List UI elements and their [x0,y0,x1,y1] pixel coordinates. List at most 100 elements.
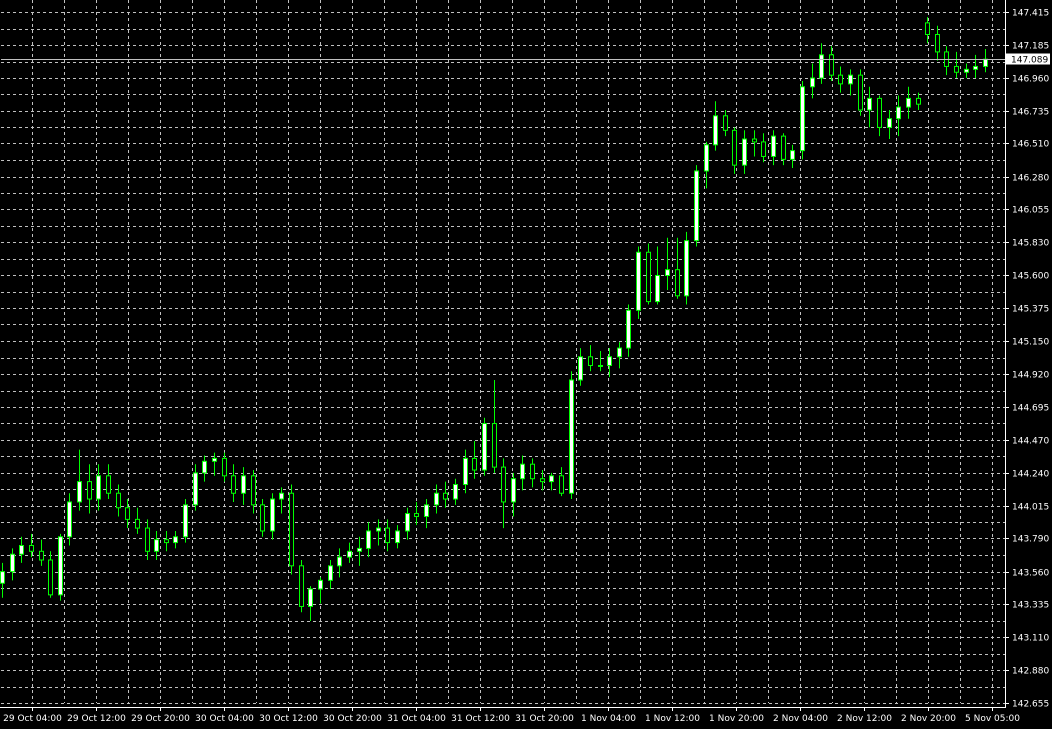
x-tick-label: 2 Nov 12:00 [837,714,892,724]
x-tick-label: 31 Oct 04:00 [387,714,446,724]
candle-body-bear [48,559,53,596]
candle-body-bear [752,138,757,143]
candle [482,417,487,476]
candle-body-bear [125,507,130,520]
x-tick-label: 29 Oct 20:00 [131,714,190,724]
candlestick-chart[interactable]: 147.415 147.185 146.960 146.735 146.510 146.2… [0,0,1052,729]
x-tick-label: 1 Nov 12:00 [645,714,700,724]
candle-body-bull [279,492,284,500]
chart-background [0,0,1052,729]
candle-body-bull [318,579,323,590]
candle-body-bear [501,466,506,503]
candle-body-bull [434,492,439,506]
candle-body-bull [183,504,188,538]
x-tick-label: 31 Oct 12:00 [451,714,510,724]
y-tick-label: 144.470 [1012,437,1049,447]
candle-body-bull [983,58,988,67]
candle-body-bull [19,544,24,555]
candle-body-bear [838,74,843,85]
candle-body-bear [954,65,959,73]
candle-body-bull [337,556,342,567]
candle-body-bull [848,74,853,85]
candle-body-bear [732,129,737,166]
candle-body-bull [810,77,815,88]
x-tick-label: 5 Nov 05:00 [965,714,1020,724]
candle-body-bear [135,518,140,529]
y-tick-label: 144.015 [1012,503,1049,513]
candle-body-bull [405,513,410,532]
y-tick-label: 143.790 [1012,535,1049,545]
candle [58,533,63,601]
candle-body-bull [771,135,776,157]
candle-body-bull [511,478,516,503]
y-tick-label: 145.375 [1012,305,1049,315]
candle-body-bear [87,481,92,500]
candle-body-bull [790,150,795,160]
y-tick-label: 144.920 [1012,371,1049,381]
candle-body-bull [973,65,978,70]
candle-body-bear [761,141,766,157]
candle-body-bear [877,97,882,128]
candle-body-bear [925,22,930,36]
candle [289,484,294,575]
candle-body-bull [694,170,699,242]
candle-body-bear [164,539,169,544]
candle-body-bull [655,274,660,303]
x-tick-label: 30 Oct 20:00 [323,714,382,724]
candle-body-bull [867,97,872,111]
x-tick-label: 1 Nov 20:00 [709,714,764,724]
candle [183,499,188,543]
candle-body-bull [395,530,400,544]
candle-body-bull [887,118,892,128]
y-tick-label: 145.150 [1012,338,1049,348]
candle-body-bear [559,475,564,494]
candle-body-bull [742,138,747,166]
candle-body-bear [935,34,940,53]
candle-body-bear [443,492,448,500]
candle-body-bull [578,356,583,381]
candle-body-bear [299,565,304,607]
candle [569,371,574,500]
x-tick-label: 30 Oct 04:00 [195,714,254,724]
candle-body-bull [10,553,15,573]
candle-body-bear [414,513,419,517]
candle [260,499,265,537]
y-tick-label: 145.830 [1012,239,1049,249]
candle-body-bull [800,86,805,152]
candle-body-bull [193,472,198,506]
y-tick-label: 143.560 [1012,569,1049,579]
candle-body-bull [617,347,622,358]
candle-body-bull [598,364,603,367]
candle-body-bull [357,547,362,552]
candle-body-bull [424,504,429,517]
y-tick-label: 147.415 [1012,9,1049,19]
y-tick-label: 142.880 [1012,667,1049,677]
y-tick-label: 144.695 [1012,404,1049,414]
candle-body-bull [96,475,101,500]
candle-body-bear [646,251,651,303]
y-tick-label: 146.280 [1012,174,1049,184]
candle [646,243,651,305]
candle-body-bear [829,54,834,76]
candle-body-bull [202,460,207,474]
candle-body-bear [116,492,121,509]
x-tick-label: 2 Nov 20:00 [901,714,956,724]
candle-body-bear [781,135,786,160]
candle-body-bear [723,115,728,131]
candle-body-bull [704,144,709,172]
candle-body-bear [222,457,227,477]
candle-body-bear [231,475,236,494]
candle-body-bear [29,544,34,552]
x-tick-label: 31 Oct 20:00 [515,714,574,724]
y-tick-label: 147.185 [1012,42,1049,52]
y-tick-label: 146.055 [1012,206,1049,216]
candle-body-bull [347,550,352,558]
candle-body-bull [328,565,333,581]
candle-body-bear [472,457,477,471]
candle-body-bull [77,481,82,503]
y-tick-label: 143.110 [1012,634,1049,644]
candle-body-bull [607,356,612,366]
y-tick-label: 143.335 [1012,601,1049,611]
candle-body-bull [665,269,670,276]
candle-body-bear [145,527,150,552]
